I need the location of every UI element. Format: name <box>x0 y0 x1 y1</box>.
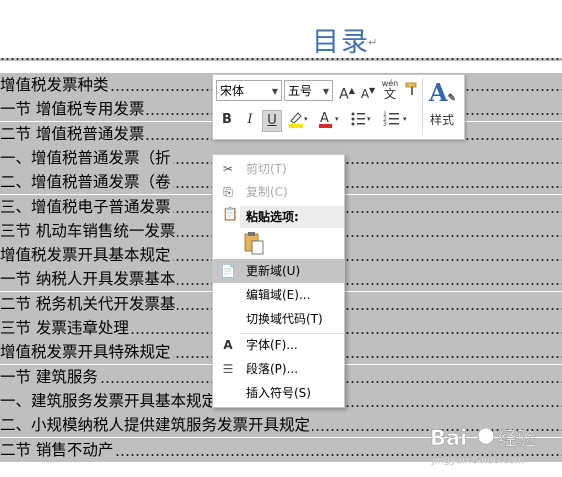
svg-text:▾: ▾ <box>403 115 407 123</box>
paragraph-mark: ↵ <box>368 36 378 49</box>
font-name-value: 宋体 <box>220 84 245 98</box>
chevron-down-icon[interactable]: ▼ <box>272 81 278 102</box>
update-field-icon: 📄 <box>220 264 236 278</box>
svg-text:▾: ▾ <box>304 115 308 123</box>
bulleted-list-icon: ▾ <box>351 112 371 126</box>
toc-line-text: 三节 发票违章处理 <box>0 319 131 337</box>
italic-button[interactable]: I <box>240 110 260 132</box>
mini-toolbar: 宋体 ▼ 五号 ▼ A▲ A▼ wén 文 B I U ▾ A ▾ ▾ 1 2 3 ▾ A… <box>212 74 465 140</box>
toc-line-text: 二节 增值税普通发票 <box>0 125 147 143</box>
toolbar-divider <box>422 78 423 135</box>
toc-line-text: 增值税发票种类 <box>0 76 111 94</box>
scissors-icon: ✂ <box>222 162 234 176</box>
menu-item-toggle-field-codes-label: 切换域代码(T) <box>246 312 323 326</box>
format-painter-icon <box>405 82 417 95</box>
document-title: 目录 <box>312 27 370 58</box>
toc-line-text: 三节 机动车销售统一发票 <box>0 222 178 240</box>
font-name-combobox[interactable]: 宋体 ▼ <box>216 80 282 101</box>
toc-line-text: 一、建筑服务发票开具基本规定 <box>0 392 220 410</box>
svg-text:▾: ▾ <box>335 115 339 123</box>
grow-font-button[interactable]: A▲ <box>338 81 356 103</box>
menu-item-copy[interactable]: ⎘ 复制(C) <box>213 180 344 204</box>
toc-line-text: 增值税发票开具特殊规定 <box>0 343 173 361</box>
paste-options-header: 粘贴选项: <box>240 206 344 228</box>
numbering-button[interactable]: 1 2 3 ▾ <box>382 109 412 131</box>
toc-line-text: 二、小规模纳税人提供建筑服务发票开具规定 <box>0 416 313 434</box>
font-icon: A <box>223 338 233 352</box>
copy-icon: ⎘ <box>223 185 233 199</box>
menu-item-paragraph[interactable]: ☰ 段落(P)... <box>213 357 344 381</box>
toc-line-text: 三、增值税电子普通发票 <box>0 198 173 216</box>
menu-item-insert-symbol-label: 插入符号(S) <box>246 386 311 400</box>
styles-icon[interactable]: A✎ <box>429 78 456 107</box>
toc-line-text: 一、增值税普通发票（折 <box>0 149 173 167</box>
toc-line-text: 二、增值税普通发票（卷 <box>0 173 173 191</box>
shrink-font-button[interactable]: A▼ <box>359 81 377 103</box>
font-size-value: 五号 <box>288 84 313 98</box>
svg-text:▾: ▾ <box>367 115 371 123</box>
menu-item-copy-label: 复制(C) <box>246 185 288 199</box>
menu-item-edit-field-label: 编辑域(E)... <box>246 288 311 302</box>
styles-button-label[interactable]: 样式 <box>430 111 454 128</box>
underline-button[interactable]: U <box>262 110 282 132</box>
toc-line-text: 一节 纳税人开具发票基本 <box>0 270 178 288</box>
menu-item-insert-symbol[interactable]: 插入符号(S) <box>213 381 344 405</box>
menu-item-cut[interactable]: ✂ 剪切(T) <box>213 157 344 181</box>
format-painter-button[interactable] <box>403 81 421 103</box>
menu-item-font[interactable]: A 字体(F)... <box>213 333 344 357</box>
svg-text:3: 3 <box>383 121 387 128</box>
toc-line-text: 二节 税务机关代开发票基 <box>0 295 178 313</box>
svg-text:jingyan.baidu.com: jingyan.baidu.com <box>431 455 524 466</box>
toc-line-text: 增值税发票开具基本规定 <box>0 246 173 264</box>
chevron-down-icon[interactable]: ▼ <box>323 81 329 102</box>
grow-font-icon: A <box>339 86 349 103</box>
paste-keep-text-only-button[interactable] <box>244 231 266 255</box>
menu-item-font-label: 字体(F)... <box>246 338 298 352</box>
baidu-jingyan-watermark: Bai 经验 jingyan.baidu.com <box>428 419 558 475</box>
toc-line-text: 二节 销售不动产 <box>0 441 116 459</box>
menu-item-toggle-field-codes[interactable]: 切换域代码(T) <box>213 307 344 331</box>
font-size-combobox[interactable]: 五号 ▼ <box>284 80 333 101</box>
menu-item-update-field-label: 更新域(U) <box>246 264 301 278</box>
paragraph-icon: ☰ <box>222 362 234 376</box>
text-highlight-button[interactable]: ▾ <box>285 109 311 131</box>
paste-text-only-icon <box>244 232 264 255</box>
clipboard-icon: 📋 <box>222 207 239 222</box>
paste-options-label: 粘贴选项: <box>246 210 299 224</box>
baidu-logo-icon: Bai 经验 jingyan.baidu.com <box>430 426 537 466</box>
svg-text:经验: 经验 <box>498 428 536 450</box>
menu-item-edit-field[interactable]: 编辑域(E)... <box>213 283 344 307</box>
svg-text:A: A <box>320 111 329 126</box>
toc-top-dotted-line <box>0 58 562 61</box>
highlighter-icon: ▾ <box>289 112 308 128</box>
shrink-font-icon: A <box>360 87 370 101</box>
font-color-button[interactable]: A ▾ <box>317 109 343 131</box>
toc-line-text: 一节 建筑服务 <box>0 368 100 386</box>
menu-item-paragraph-label: 段落(P)... <box>246 362 299 376</box>
menu-item-update-field[interactable]: 📄 更新域(U) <box>213 259 344 283</box>
svg-text:Bai: Bai <box>430 426 467 450</box>
numbered-list-icon: 123▾ <box>383 111 407 128</box>
phonetic-guide-button[interactable]: wén 文 <box>380 79 400 101</box>
toc-line-text: 一节 增值税专用发票 <box>0 100 147 118</box>
bold-button[interactable]: B <box>217 110 237 132</box>
bullets-button[interactable]: ▾ <box>349 109 375 131</box>
menu-item-cut-label: 剪切(T) <box>246 162 287 176</box>
font-color-icon: A ▾ <box>319 111 339 128</box>
context-menu: ✂ 剪切(T) ⎘ 复制(C) 粘贴选项: 📋 📄 更新域(U) 编辑域(E).… <box>212 154 345 408</box>
